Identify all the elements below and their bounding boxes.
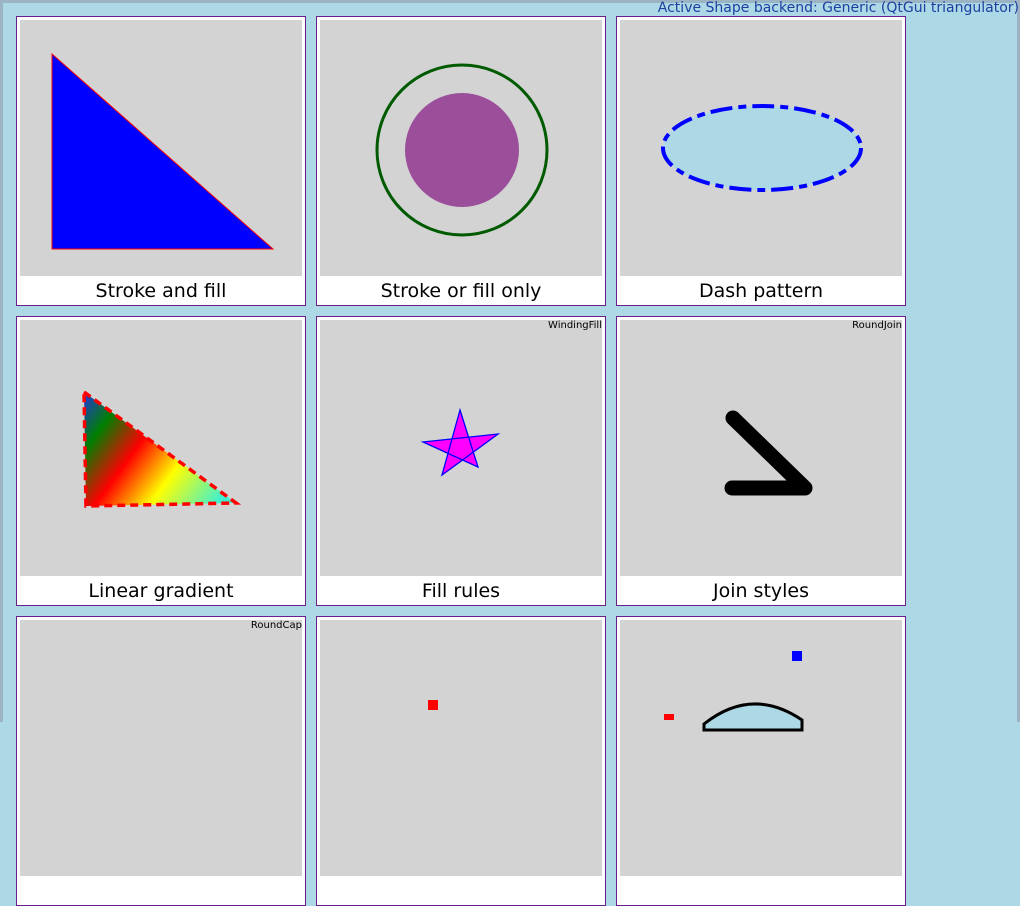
joined-path xyxy=(724,410,813,496)
tile-caption: Join styles xyxy=(712,580,810,602)
shape-canvas xyxy=(20,620,302,876)
arc-shape xyxy=(702,702,804,732)
fill-rule-label: WindingFill xyxy=(548,320,602,331)
shape-canvas xyxy=(620,20,902,276)
tile-join-styles[interactable]: RoundJoin Join styles xyxy=(616,316,906,606)
control-point xyxy=(428,700,438,710)
shape-canvas xyxy=(620,320,902,576)
shape-canvas xyxy=(20,320,302,576)
filled-triangle xyxy=(51,52,275,250)
tile-caption: Stroke or fill only xyxy=(380,280,542,302)
join-style-label: RoundJoin xyxy=(852,320,902,331)
shape-canvas xyxy=(620,620,902,876)
control-point-blue xyxy=(792,651,802,661)
tile-fill-rules[interactable]: WindingFill Fill rules xyxy=(316,316,606,606)
shape-canvas xyxy=(20,20,302,276)
tile-caption: Fill rules xyxy=(421,580,501,602)
shape-canvas xyxy=(320,20,602,276)
tile-dash-pattern[interactable]: Dash pattern xyxy=(616,16,906,306)
dashed-ellipse xyxy=(661,104,863,192)
backend-status: Active Shape backend: Generic (QtGui tri… xyxy=(657,0,1019,16)
cap-style-label: RoundCap xyxy=(250,620,302,631)
tile-caption: Stroke and fill xyxy=(95,280,227,302)
tile-cap-styles[interactable]: RoundCap xyxy=(16,616,306,906)
shape-canvas xyxy=(320,320,602,576)
shape-canvas xyxy=(320,620,602,876)
gradient-triangle xyxy=(82,388,242,508)
tile-caption: Dash pattern xyxy=(698,280,824,302)
control-point-red xyxy=(664,714,674,720)
tile-stroke-and-fill[interactable]: Stroke and fill xyxy=(16,16,306,306)
tile-caption: Linear gradient xyxy=(88,580,234,602)
tile-linear-gradient[interactable]: Linear gradient xyxy=(16,316,306,606)
star-shape xyxy=(420,407,501,477)
tile-stroke-or-fill-only[interactable]: Stroke or fill only xyxy=(316,16,606,306)
tile-row3-right[interactable] xyxy=(616,616,906,906)
filled-circle xyxy=(405,93,519,207)
tile-row3-middle[interactable] xyxy=(316,616,606,906)
